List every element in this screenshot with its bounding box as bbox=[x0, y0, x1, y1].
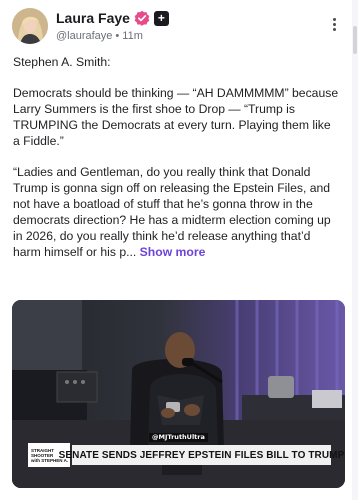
post-media-video[interactable]: @MJTruthUltra STRAIGHT SHOOTER with STEP… bbox=[12, 300, 345, 488]
more-vertical-icon bbox=[332, 17, 336, 21]
author-handle[interactable]: @laurafaye bbox=[56, 30, 112, 42]
scrollbar-track[interactable] bbox=[352, 0, 358, 500]
plus-badge: + bbox=[153, 10, 169, 26]
post-card: Laura Faye + @laurafaye • 11m Stephen A. S… bbox=[0, 0, 358, 500]
post-attribution: Stephen A. Smith: bbox=[13, 55, 111, 69]
post-time[interactable]: 11m bbox=[122, 30, 143, 42]
author-row: Laura Faye + bbox=[56, 8, 169, 28]
scrollbar-thumb[interactable] bbox=[353, 26, 357, 54]
video-headline: SENATE SENDS JEFFREY EPSTEIN FILES BILL … bbox=[59, 445, 344, 465]
avatar[interactable] bbox=[12, 8, 48, 44]
post-paragraph-2: “Ladies and Gentleman, do you really thi… bbox=[13, 164, 339, 260]
show-more-link[interactable]: Show more bbox=[140, 245, 206, 259]
post-paragraph-1: Democrats should be thinking — “AH DAMMM… bbox=[13, 86, 339, 148]
avatar-image bbox=[12, 8, 48, 44]
author-block: Laura Faye + @laurafaye • 11m bbox=[56, 8, 169, 42]
more-dot bbox=[332, 22, 336, 26]
more-options-button[interactable] bbox=[328, 14, 340, 34]
more-dot bbox=[332, 27, 336, 31]
verified-badge-icon bbox=[134, 10, 150, 26]
video-watermark: @MJTruthUltra bbox=[149, 433, 208, 442]
meta-separator: • bbox=[115, 30, 120, 42]
post-body: Stephen A. Smith: Democrats should be th… bbox=[13, 54, 339, 275]
author-name[interactable]: Laura Faye bbox=[56, 10, 130, 26]
author-meta: @laurafaye • 11m bbox=[56, 30, 169, 42]
video-lower-third: STRAIGHT SHOOTER with STEPHEN A. SENATE … bbox=[28, 443, 344, 467]
